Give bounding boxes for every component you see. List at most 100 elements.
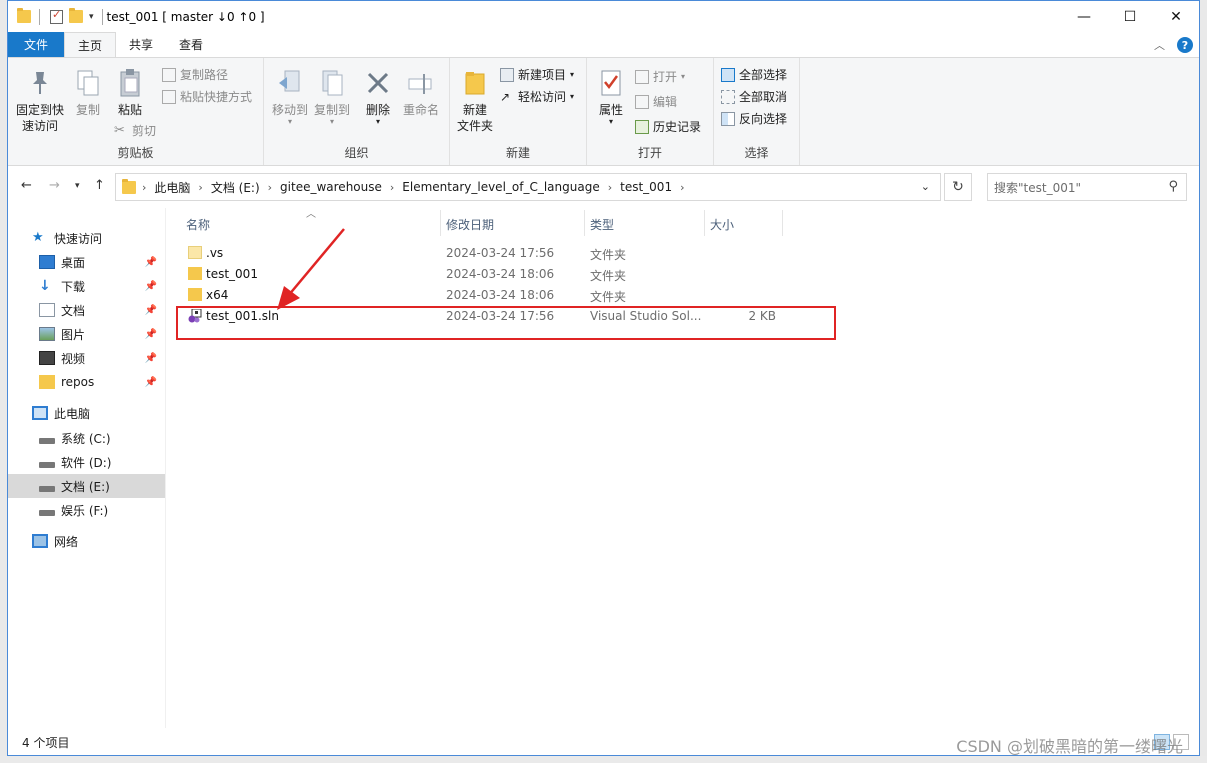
column-divider[interactable] — [440, 210, 441, 236]
column-divider[interactable] — [782, 210, 783, 236]
nav-item-label: 图片 — [61, 327, 86, 342]
customize-toolbar-chevron-icon[interactable]: ▾ — [89, 12, 94, 22]
breadcrumb-separator-icon[interactable]: › — [196, 181, 204, 194]
open-button[interactable]: 打开 ▾ — [635, 68, 685, 85]
nav-drive-e[interactable]: 文档 (E:) — [8, 474, 165, 498]
nav-item-desktop[interactable]: 桌面 📌 — [8, 250, 165, 274]
column-divider[interactable] — [584, 210, 585, 236]
file-row[interactable]: .vs 2024-03-24 17:56 文件夹 — [184, 243, 944, 264]
file-date: 2024-03-24 18:06 — [446, 267, 555, 281]
breadcrumb-separator-icon[interactable]: › — [388, 181, 396, 194]
nav-drive-c[interactable]: 系统 (C:) — [8, 426, 165, 450]
new-folder-icon[interactable] — [69, 8, 83, 23]
new-folder-button[interactable]: 新建 文件夹 — [454, 68, 496, 134]
nav-item-pictures[interactable]: 图片 📌 — [8, 322, 165, 346]
column-type[interactable]: 类型 — [590, 214, 614, 234]
breadcrumb-separator-icon[interactable]: › — [266, 181, 274, 194]
forward-arrow-icon[interactable]: → — [49, 178, 60, 193]
pin-quick-access-button[interactable]: 固定到快 速访问 — [14, 68, 66, 134]
refresh-button[interactable]: ↻ — [944, 173, 972, 201]
breadcrumb-gitee-warehouse[interactable]: gitee_warehouse — [274, 180, 388, 194]
background-strip — [0, 756, 1207, 763]
nav-item-videos[interactable]: 视频 📌 — [8, 346, 165, 370]
breadcrumb-this-pc[interactable]: 此电脑 — [148, 179, 196, 196]
breadcrumb-separator-icon[interactable]: › — [140, 181, 148, 194]
minimize-button[interactable]: — — [1061, 1, 1107, 32]
close-button[interactable]: ✕ — [1153, 1, 1199, 32]
rename-icon — [406, 68, 436, 98]
history-button[interactable]: 历史记录 — [635, 118, 701, 135]
address-history-chevron-icon[interactable]: ⌄ — [921, 180, 930, 193]
select-all-button[interactable]: 全部选择 — [721, 66, 787, 83]
copy-button[interactable]: 复制 — [70, 68, 106, 118]
help-icon[interactable]: ? — [1177, 37, 1193, 53]
search-icon[interactable]: ⚲ — [1168, 179, 1178, 194]
properties-icon[interactable] — [50, 8, 63, 24]
tab-file[interactable]: 文件 — [8, 32, 65, 57]
file-row[interactable]: x64 2024-03-24 18:06 文件夹 — [184, 285, 944, 306]
breadcrumb-test-001[interactable]: test_001 — [614, 180, 678, 194]
pin-icon[interactable]: 📌 — [145, 281, 157, 292]
move-to-button[interactable]: 移动到 ▾ — [270, 68, 310, 126]
column-divider[interactable] — [704, 210, 705, 236]
pin-icon[interactable]: 📌 — [145, 353, 157, 364]
rename-button[interactable]: 重命名 — [400, 68, 442, 118]
column-size[interactable]: 大小 — [710, 214, 734, 234]
paste-shortcut-button[interactable]: 粘贴快捷方式 — [162, 88, 252, 105]
tab-view[interactable]: 查看 — [166, 32, 216, 57]
nav-item-downloads[interactable]: ↓ 下载 📌 — [8, 274, 165, 298]
easy-access-button[interactable]: ↗ 轻松访问 ▾ — [500, 88, 574, 105]
easy-access-chevron-icon: ▾ — [570, 92, 575, 101]
copy-to-button[interactable]: 复制到 ▾ — [312, 68, 352, 126]
cut-label: 剪切 — [132, 124, 157, 138]
select-none-button[interactable]: 全部取消 — [721, 88, 787, 105]
nav-drive-label: 系统 (C:) — [61, 431, 111, 446]
cut-button[interactable]: ✂ 剪切 — [114, 122, 156, 139]
copy-path-button[interactable]: 复制路径 — [162, 66, 228, 83]
file-row[interactable]: test_001 2024-03-24 18:06 文件夹 — [184, 264, 944, 285]
collapse-ribbon-chevron-icon[interactable]: ︿ — [1154, 37, 1165, 53]
nav-drive-d[interactable]: 软件 (D:) — [8, 450, 165, 474]
search-input[interactable]: 搜索"test_001" ⚲ — [987, 173, 1187, 201]
breadcrumb-drive-e[interactable]: 文档 (E:) — [205, 179, 266, 196]
invert-selection-label: 反向选择 — [739, 112, 788, 126]
file-type: 文件夹 — [590, 269, 627, 283]
nav-network[interactable]: 网络 — [8, 529, 165, 553]
tab-share[interactable]: 共享 — [116, 32, 166, 57]
back-arrow-icon[interactable]: ← — [21, 178, 32, 193]
copy-label: 复制 — [75, 103, 100, 117]
ribbon: 固定到快 速访问 复制 粘贴 复制路径 粘贴快捷方式 ✂ 剪切 剪贴板 移动到 … — [8, 57, 1199, 166]
pin-icon[interactable]: 📌 — [145, 257, 157, 268]
new-item-button[interactable]: 新建项目 ▾ — [500, 66, 574, 83]
nav-item-repos[interactable]: repos 📌 — [8, 370, 165, 394]
pin-icon[interactable]: 📌 — [145, 305, 157, 316]
delete-button[interactable]: 删除 ▾ — [360, 68, 396, 126]
folder-icon — [188, 288, 202, 301]
folder-icon — [188, 267, 202, 280]
nav-quick-access[interactable]: ★ 快速访问 — [8, 226, 165, 250]
pin-icon[interactable]: 📌 — [145, 377, 157, 388]
nav-this-pc[interactable]: 此电脑 — [8, 401, 165, 425]
nav-item-documents[interactable]: 文档 📌 — [8, 298, 165, 322]
tab-home[interactable]: 主页 — [64, 32, 117, 57]
history-label: 历史记录 — [653, 120, 702, 134]
file-name: test_001.sln — [206, 309, 279, 323]
clipboard-group: 固定到快 速访问 复制 粘贴 复制路径 粘贴快捷方式 ✂ 剪切 剪贴板 — [8, 58, 264, 165]
breadcrumb-separator-icon[interactable]: › — [606, 181, 614, 194]
divider — [39, 8, 40, 25]
pin-icon[interactable]: 📌 — [145, 329, 157, 340]
maximize-button[interactable]: ☐ — [1107, 1, 1153, 32]
up-arrow-icon[interactable]: ↑ — [94, 178, 105, 193]
edit-button[interactable]: 编辑 — [635, 93, 677, 110]
address-bar[interactable]: › 此电脑 › 文档 (E:) › gitee_warehouse › Elem… — [115, 173, 941, 201]
column-date-modified[interactable]: 修改日期 — [446, 214, 494, 234]
recent-locations-chevron-icon[interactable]: ▾ — [75, 181, 80, 191]
properties-button[interactable]: 属性 ▾ — [593, 68, 629, 126]
nav-drive-f[interactable]: 娱乐 (F:) — [8, 498, 165, 522]
file-row[interactable]: test_001.sln 2024-03-24 17:56 Visual Stu… — [184, 306, 944, 327]
invert-selection-button[interactable]: 反向选择 — [721, 110, 787, 127]
column-name[interactable]: 名称 — [186, 214, 210, 234]
paste-button[interactable]: 粘贴 — [112, 68, 148, 118]
breadcrumb-separator-icon[interactable]: › — [678, 181, 686, 194]
breadcrumb-elementary-level[interactable]: Elementary_level_of_C_language — [396, 180, 605, 194]
